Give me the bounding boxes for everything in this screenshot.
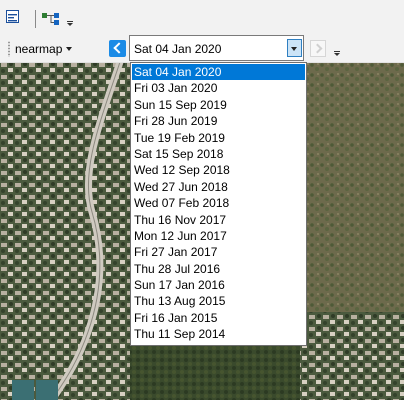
toolbar-grip[interactable] [8,41,10,57]
layers-panel-icon[interactable] [6,10,32,28]
date-option[interactable]: Thu 13 Aug 2015 [132,293,305,309]
chevron-left-icon [113,42,125,54]
date-option[interactable]: Sun 17 Jan 2016 [132,277,305,293]
toolbar-overflow-icon[interactable] [66,14,74,28]
date-option[interactable]: Fri 27 Jan 2017 [132,244,305,260]
chevron-down-icon [291,47,297,51]
chevron-right-icon [312,43,323,54]
date-option[interactable]: Wed 12 Sep 2018 [132,162,305,178]
next-date-button[interactable] [310,40,326,57]
date-option[interactable]: Sat 04 Jan 2020 [132,64,305,81]
chevron-down-icon [66,46,73,51]
date-dropdown-button[interactable] [287,39,302,57]
date-option[interactable]: Thu 16 Nov 2017 [132,212,305,228]
imagery-provider-dropdown[interactable]: nearmap [15,40,73,57]
main-toolbar [0,0,404,34]
previous-date-button[interactable] [109,40,126,57]
network-tree-icon[interactable] [41,11,61,27]
date-option[interactable]: Tue 19 Feb 2019 [132,130,305,146]
provider-label: nearmap [15,41,63,56]
date-option[interactable]: Mon 12 Jun 2017 [132,228,305,244]
date-option[interactable]: Fri 03 Jan 2020 [132,80,305,96]
date-option[interactable]: Thu 11 Sep 2014 [132,326,305,342]
app-window: nearmap Sat 04 Jan 2020 Sat 04 Jan 2020 F… [0,0,404,400]
date-option[interactable]: Wed 27 Jun 2018 [132,179,305,195]
imagery-date-combobox[interactable]: Sat 04 Jan 2020 [129,35,304,61]
date-option[interactable]: Wed 07 Feb 2018 [132,195,305,211]
toolbar-overflow-icon[interactable] [333,44,341,58]
date-option[interactable]: Fri 16 Jan 2015 [132,310,305,326]
date-option[interactable]: Fri 28 Jun 2019 [132,113,305,129]
date-option[interactable]: Thu 28 Jul 2016 [132,261,305,277]
selected-date-value: Sat 04 Jan 2020 [134,42,222,56]
date-option[interactable]: Sat 15 Sep 2018 [132,146,305,162]
date-option[interactable]: Sun 15 Sep 2019 [132,97,305,113]
date-dropdown-list[interactable]: Sat 04 Jan 2020 Fri 03 Jan 2020 Sun 15 Sep… [130,62,307,346]
toolbar-separator [35,10,36,28]
